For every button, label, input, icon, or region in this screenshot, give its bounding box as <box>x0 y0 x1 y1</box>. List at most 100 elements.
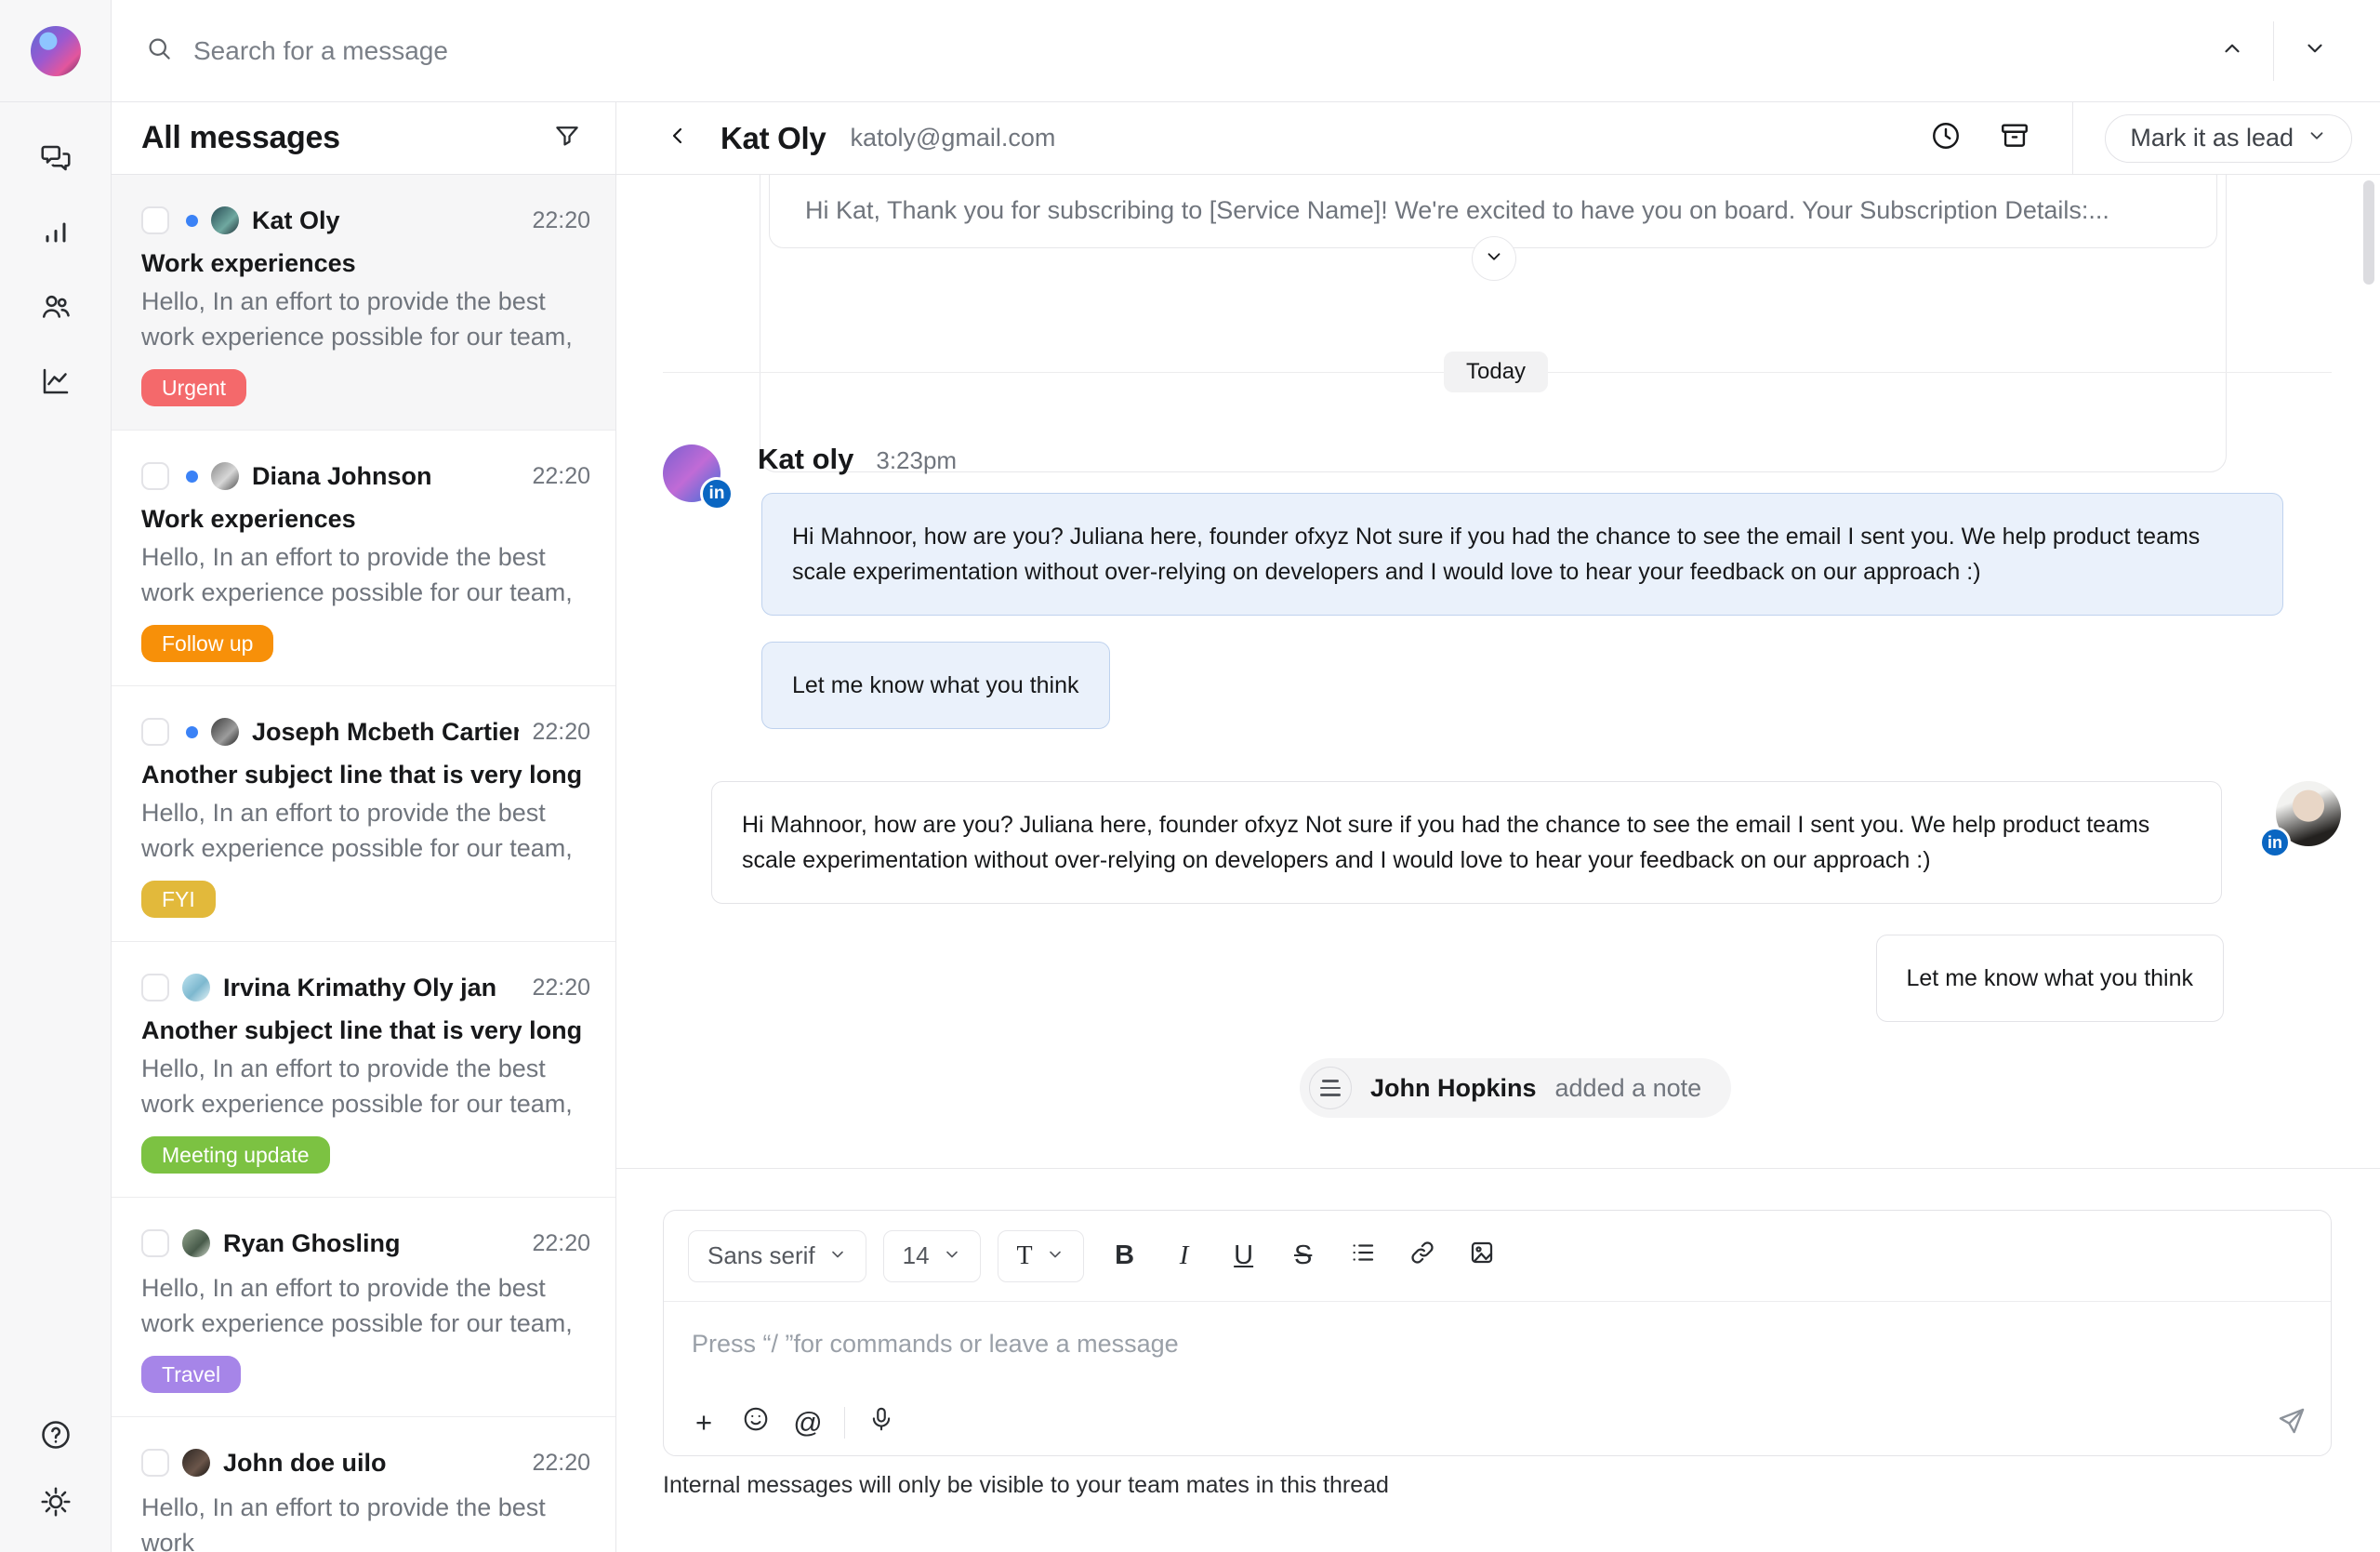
contact-name: Kat Oly <box>252 206 519 235</box>
previous-conversation-button[interactable] <box>2204 25 2260 77</box>
nav-help[interactable] <box>35 1416 76 1457</box>
composer-actions: + @ <box>688 1404 897 1441</box>
send-button[interactable] <box>2273 1404 2310 1441</box>
message-subject: Another subject line that is very long <box>141 761 590 789</box>
conversation-list-item[interactable]: John doe uilo 22:20 Hello, In an effort … <box>112 1417 615 1552</box>
select-checkbox[interactable] <box>141 462 169 490</box>
contact-name: John doe uilo <box>223 1449 519 1478</box>
contact-avatar <box>211 206 239 234</box>
contact-avatar <box>182 1229 210 1257</box>
content: All messages Kat Oly 22:20 <box>112 102 2380 1552</box>
italic-button[interactable]: I <box>1166 1236 1203 1277</box>
chat-panel: Kat Oly katoly@gmail.com Mark it as lead <box>616 102 2380 1552</box>
unread-dot <box>186 215 198 227</box>
add-attachment-button[interactable]: + <box>688 1404 720 1441</box>
note-author: John Hopkins <box>1370 1074 1537 1103</box>
nav-contacts[interactable] <box>35 288 76 329</box>
image-icon <box>1468 1239 1496 1274</box>
clock-icon <box>1930 120 1962 156</box>
bold-button[interactable]: B <box>1106 1236 1144 1277</box>
expand-email-button[interactable] <box>1472 236 1516 281</box>
chevron-down-icon <box>2307 124 2327 153</box>
sender-row: Kat oly 3:23pm <box>758 443 957 476</box>
chevron-down-icon <box>828 1241 847 1270</box>
mark-as-lead-label: Mark it as lead <box>2130 124 2294 153</box>
underline-button[interactable]: U <box>1225 1236 1263 1277</box>
mark-as-lead-button[interactable]: Mark it as lead <box>2105 114 2352 163</box>
message-preview: Hello, In an effort to provide the best … <box>141 284 590 354</box>
filter-button[interactable] <box>547 118 588 159</box>
label-tag[interactable]: Meeting update <box>141 1136 330 1174</box>
label-tag[interactable]: Follow up <box>141 625 273 662</box>
font-size-dropdown[interactable]: 14 <box>883 1230 981 1282</box>
text-style-value: T <box>1017 1241 1033 1271</box>
conversation-list-item[interactable]: Kat Oly 22:20 Work experiences Hello, In… <box>112 175 615 431</box>
nav-settings[interactable] <box>35 1483 76 1524</box>
text-style-dropdown[interactable]: T <box>998 1230 1084 1282</box>
nav-reports[interactable] <box>35 363 76 404</box>
unread-dot <box>186 726 198 738</box>
message-time: 22:20 <box>532 1450 590 1477</box>
conversation-list-item[interactable]: Irvina Krimathy Oly jan 22:20 Another su… <box>112 942 615 1198</box>
message-subject: Work experiences <box>141 249 590 278</box>
topbar-divider <box>2273 21 2274 81</box>
snooze-button[interactable] <box>1920 113 1972 165</box>
nav-analytics[interactable] <box>35 214 76 255</box>
label-tag[interactable]: Urgent <box>141 369 246 406</box>
left-rail <box>0 0 112 1552</box>
select-checkbox[interactable] <box>141 206 169 234</box>
conversation-list-item[interactable]: Diana Johnson 22:20 Work experiences Hel… <box>112 431 615 686</box>
search-input[interactable]: Search for a message <box>145 34 2204 67</box>
contact-name: Diana Johnson <box>252 462 519 491</box>
contact-avatar <box>182 1449 210 1477</box>
back-button[interactable] <box>659 120 696 157</box>
chevron-down-icon <box>2303 36 2327 65</box>
message-preview: Hello, In an effort to provide the best … <box>141 1051 590 1121</box>
message-input[interactable]: Press “/ ”for commands or leave a messag… <box>692 1330 1179 1359</box>
font-family-value: Sans serif <box>707 1241 815 1270</box>
chat-header: Kat Oly katoly@gmail.com Mark it as lead <box>616 102 2380 175</box>
select-checkbox[interactable] <box>141 1229 169 1257</box>
font-family-dropdown[interactable]: Sans serif <box>688 1230 866 1282</box>
next-conversation-button[interactable] <box>2287 25 2343 77</box>
voice-message-button[interactable] <box>866 1404 897 1441</box>
app-window: Search for a message All messages <box>0 0 2380 1552</box>
message-bubble-outgoing: Hi Mahnoor, how are you? Juliana here, f… <box>711 781 2222 904</box>
composer-divider <box>844 1407 845 1439</box>
message-preview: Hello, In an effort to provide the best … <box>141 539 590 610</box>
message-bubble-incoming: Hi Mahnoor, how are you? Juliana here, f… <box>761 493 2283 616</box>
nav-conversations[interactable] <box>35 139 76 180</box>
mention-button[interactable]: @ <box>792 1404 824 1441</box>
linkedin-badge: in <box>2259 827 2291 858</box>
link-button[interactable] <box>1404 1236 1441 1277</box>
email-snippet-text: Hi Kat, Thank you for subscribing to [Se… <box>805 192 2162 229</box>
select-checkbox[interactable] <box>141 1449 169 1477</box>
strikethrough-button[interactable]: S <box>1285 1236 1322 1277</box>
scrollbar-thumb[interactable] <box>2363 180 2374 285</box>
label-tag[interactable]: Travel <box>141 1356 241 1393</box>
archive-icon <box>1999 120 2030 156</box>
message-time: 22:20 <box>532 975 590 1002</box>
list-header: All messages <box>112 102 615 175</box>
conversation-list-panel: All messages Kat Oly 22:20 <box>112 102 616 1552</box>
message-subject: Another subject line that is very long <box>141 1016 590 1045</box>
conversation-list-item[interactable]: Joseph Mcbeth Cartier 22:20 Another subj… <box>112 686 615 942</box>
conversation-list-item[interactable]: Ryan Ghosling 22:20 Hello, In an effort … <box>112 1198 615 1417</box>
message-bubble-incoming: Let me know what you think <box>761 642 1110 729</box>
select-checkbox[interactable] <box>141 718 169 746</box>
message-preview: Hello, In an effort to provide the best … <box>141 795 590 866</box>
message-subject: Work experiences <box>141 505 590 534</box>
header-divider <box>2072 102 2073 175</box>
chat-contact-email: katoly@gmail.com <box>850 124 1055 153</box>
image-button[interactable] <box>1463 1236 1501 1277</box>
emoji-button[interactable] <box>740 1404 772 1441</box>
archive-button[interactable] <box>1989 113 2041 165</box>
note-icon <box>1309 1067 1352 1109</box>
chevron-down-icon <box>943 1241 961 1270</box>
workspace-avatar[interactable] <box>31 26 81 76</box>
chevron-down-icon <box>1046 1241 1064 1271</box>
bullet-list-button[interactable] <box>1344 1236 1382 1277</box>
label-tag[interactable]: FYI <box>141 881 216 918</box>
note-event-pill[interactable]: John Hopkins added a note <box>1300 1058 1731 1118</box>
select-checkbox[interactable] <box>141 974 169 1002</box>
